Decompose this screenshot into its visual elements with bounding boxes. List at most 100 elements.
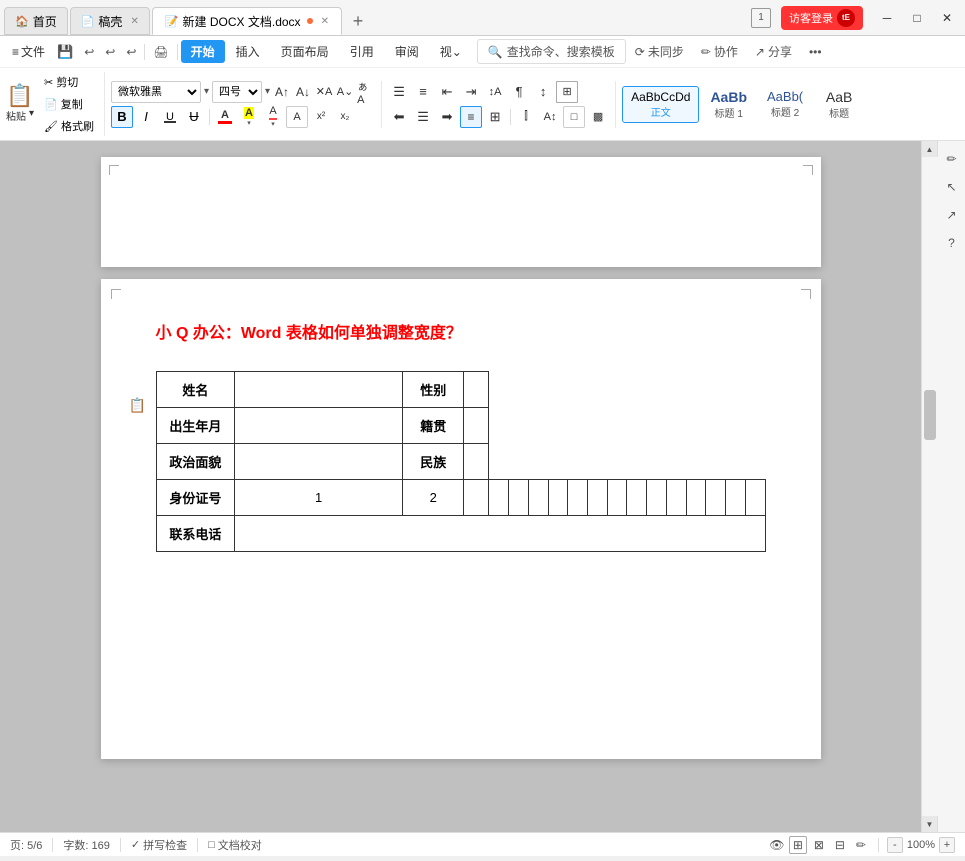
id-cell-2[interactable]: 2 [403, 480, 464, 516]
italic-button[interactable]: I [135, 106, 157, 128]
style-heading[interactable]: AaB 标题 [814, 85, 864, 124]
menu-print[interactable]: 🖨 [148, 42, 173, 62]
border-btn[interactable]: ⊞ [556, 81, 578, 103]
tab-add-button[interactable]: + [344, 7, 372, 35]
font-size-decrease[interactable]: A↓ [294, 83, 312, 101]
menu-save[interactable]: 💾 [52, 41, 78, 63]
tab-draft[interactable]: 📄 稿壳 ✕ [70, 7, 150, 35]
tab-docx[interactable]: 📝 新建 DOCX 文档.docx ✕ [152, 7, 342, 35]
font-name-select[interactable]: 微软雅黑 [111, 81, 201, 103]
col-layout[interactable]: ⫿ [515, 106, 537, 128]
menu-redo[interactable]: ↩ [121, 42, 141, 62]
id-cell-8[interactable] [568, 480, 588, 516]
id-cell-16[interactable] [726, 480, 746, 516]
line-spacing[interactable]: ↕ [532, 81, 554, 103]
tab-home[interactable]: 🏠 首页 [4, 7, 68, 35]
id-cell-3[interactable] [464, 480, 489, 516]
id-cell-10[interactable] [607, 480, 627, 516]
share-button[interactable]: ↗ 分享 [747, 40, 800, 63]
rt-pen-tool[interactable]: ✏ [942, 149, 962, 169]
id-cell-17[interactable] [745, 480, 765, 516]
doc-check[interactable]: □ 文档校对 [208, 837, 262, 853]
font-color-btn[interactable]: A [214, 106, 236, 128]
value-politics[interactable] [235, 444, 403, 480]
align-distribute[interactable]: ⊞ [484, 106, 506, 128]
value-phone[interactable] [235, 516, 765, 552]
tab-start[interactable]: 开始 [181, 40, 225, 63]
style-normal[interactable]: AaBbCcDd 正文 [622, 86, 699, 123]
strikethrough-button[interactable]: U [183, 106, 205, 128]
align-right[interactable]: ➡ [436, 106, 458, 128]
zoom-out-button[interactable]: - [887, 837, 903, 853]
visitor-login-button[interactable]: 访客登录 tE [781, 6, 863, 30]
font-size-select[interactable]: 四号 [212, 81, 262, 103]
bold-button[interactable]: B [111, 106, 133, 128]
view-eye[interactable]: 👁 [768, 836, 786, 854]
rt-help-tool[interactable]: ? [942, 233, 962, 253]
id-cell-4[interactable] [489, 480, 509, 516]
sync-button[interactable]: ⟳ 未同步 [627, 40, 692, 63]
id-cell-15[interactable] [706, 480, 726, 516]
highlight-btn[interactable]: A ▾ [238, 106, 260, 128]
zoom-in-button[interactable]: + [939, 837, 955, 853]
font-size-dropdown[interactable]: ▾ [265, 86, 270, 97]
paste-label[interactable]: 粘贴 [6, 108, 26, 123]
scroll-track[interactable] [922, 157, 938, 816]
maximize-button[interactable]: □ [903, 7, 931, 29]
tab-reference[interactable]: 引用 [340, 40, 384, 63]
tab-page-layout[interactable]: 页面布局 [271, 40, 339, 63]
menu-undo-history[interactable]: ↩ [79, 42, 99, 62]
spell-check[interactable]: ✓ 拼写检查 [131, 837, 187, 853]
copy-button[interactable]: 📄 复制 [40, 94, 98, 114]
underline-button[interactable]: U [159, 106, 181, 128]
cut-button[interactable]: ✂ 剪切 [40, 72, 98, 92]
collab-button[interactable]: ✏ 协作 [693, 40, 746, 63]
tab-docx-close[interactable]: ✕ [321, 16, 329, 27]
sort[interactable]: ↕A [484, 81, 506, 103]
subscript-btn[interactable]: x₂ [334, 106, 356, 128]
font-clear-btn[interactable]: A ▾ [262, 106, 284, 128]
value-ethnicity[interactable] [464, 444, 489, 480]
view-grid2[interactable]: ⊠ [810, 836, 828, 854]
id-cell-13[interactable] [666, 480, 686, 516]
clear-format[interactable]: ✕A [315, 83, 333, 101]
paste-button[interactable]: 📋 [6, 85, 33, 107]
value-name[interactable] [235, 372, 403, 408]
font-size-increase[interactable]: A↑ [273, 83, 291, 101]
id-cell-5[interactable] [509, 480, 529, 516]
tab-insert[interactable]: 插入 [226, 40, 270, 63]
font-options[interactable]: A⌄ [336, 83, 354, 101]
id-cell-7[interactable] [548, 480, 568, 516]
scroll-up-arrow[interactable]: ▲ [922, 141, 938, 157]
align-center[interactable]: ☰ [412, 106, 434, 128]
text-dir[interactable]: A↕ [539, 106, 561, 128]
menu-file[interactable]: ≡ 文件 [6, 40, 51, 63]
menu-undo[interactable]: ↩ [100, 42, 120, 62]
style-heading2[interactable]: AaBb( 标题 2 [758, 85, 812, 123]
search-command[interactable]: 🔍 查找命令、搜索模板 [477, 39, 626, 64]
scroll-thumb[interactable] [924, 390, 936, 440]
drawing-tools[interactable]: □ [563, 106, 585, 128]
tab-view[interactable]: 视⌄ [430, 40, 472, 63]
id-cell-6[interactable] [528, 480, 548, 516]
list-ordered[interactable]: ≡ [412, 81, 434, 103]
indent-increase[interactable]: ⇥ [460, 81, 482, 103]
minimize-button[interactable]: ─ [873, 7, 901, 29]
scroll-down-arrow[interactable]: ▼ [922, 816, 938, 832]
view-grid1[interactable]: ⊞ [789, 836, 807, 854]
close-button[interactable]: ✕ [933, 7, 961, 29]
show-marks[interactable]: ¶ [508, 81, 530, 103]
view-edit[interactable]: ✏ [852, 836, 870, 854]
paste-dropdown[interactable]: ▾ [29, 108, 34, 123]
value-hometown[interactable] [464, 408, 489, 444]
phonetic[interactable]: ぁA [357, 83, 375, 101]
style-heading1[interactable]: AaBb 标题 1 [701, 85, 756, 124]
list-unordered[interactable]: ☰ [388, 81, 410, 103]
view-grid3[interactable]: ⊟ [831, 836, 849, 854]
superscript-btn[interactable]: x² [310, 106, 332, 128]
tab-review[interactable]: 审阅 [385, 40, 429, 63]
rt-cursor-tool[interactable]: ↖ [942, 177, 962, 197]
shading-btn[interactable]: ▩ [587, 106, 609, 128]
align-left[interactable]: ⬅ [388, 106, 410, 128]
indent-decrease[interactable]: ⇤ [436, 81, 458, 103]
